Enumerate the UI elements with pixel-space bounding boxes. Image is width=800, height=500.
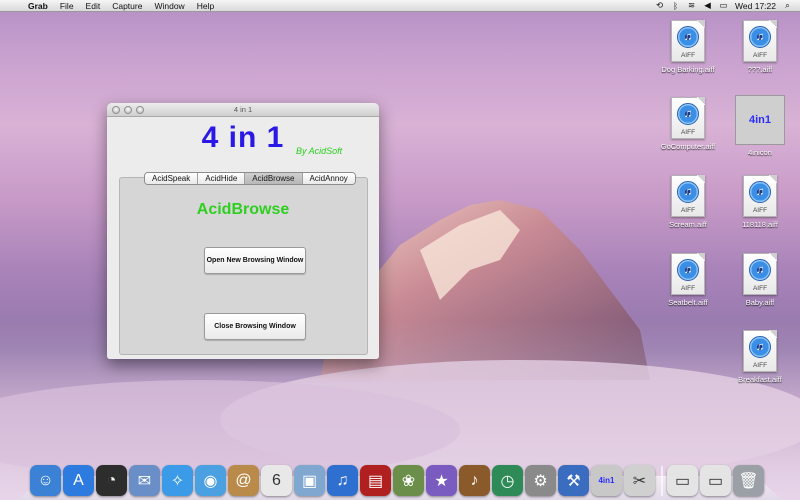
desktop-file-label: GoComputer.aiff bbox=[660, 142, 716, 151]
window-title: 4 in 1 bbox=[233, 105, 253, 114]
tab-acidhide[interactable]: AcidHide bbox=[198, 173, 246, 184]
dock: ☺ A ◔ ✉ ✧ ◉ @6 ▣ ♫ ▤ ❀ ★ ♪ ◷ ⚙ ⚒ 4in1 ✂ ▭ ▭ 🗑 bbox=[30, 456, 780, 496]
desktop-file-4inicon[interactable]: 4in1 4inicon bbox=[728, 95, 792, 157]
dock-preview-icon[interactable]: ▣ bbox=[294, 465, 325, 496]
aiff-file-icon: ♫ AIFF bbox=[671, 20, 705, 62]
dock-system-preferences-icon[interactable]: ⚙ bbox=[525, 465, 556, 496]
desktop-file-gocomputer[interactable]: ♫ AIFF GoComputer.aiff bbox=[656, 97, 720, 151]
aiff-file-icon: ♫ AIFF bbox=[743, 175, 777, 217]
desktop-file-label: Breakfast.aiff bbox=[738, 375, 782, 384]
menu-app-name[interactable]: Grab bbox=[22, 0, 54, 12]
desktop-file-breakfast[interactable]: ♫ AIFF Breakfast.aiff bbox=[728, 330, 792, 384]
menu-bar: Grab File Edit Capture Window Help ⟲ ᛒ ≋… bbox=[0, 0, 800, 12]
tab-bar: AcidSpeak AcidHide AcidBrowse AcidAnnoy bbox=[144, 172, 356, 185]
dock-facetime-icon[interactable]: ◉ bbox=[195, 465, 226, 496]
dock-grab-icon[interactable]: ✂ bbox=[624, 465, 655, 496]
dock-app-store-icon[interactable]: A bbox=[63, 465, 94, 496]
dock-downloads-icon[interactable]: ▭ bbox=[700, 465, 731, 496]
desktop-file-label: ???.aiff bbox=[747, 65, 773, 74]
aiff-file-icon: ♫ AIFF bbox=[671, 97, 705, 139]
menu-window[interactable]: Window bbox=[148, 0, 190, 12]
battery-icon[interactable]: ▭ bbox=[719, 0, 728, 11]
window-titlebar[interactable]: 4 in 1 bbox=[107, 103, 379, 117]
desktop-file-label: Seatbelt.aiff bbox=[668, 298, 708, 307]
desktop-file-seatbelt[interactable]: ♫ AIFF Seatbelt.aiff bbox=[656, 253, 720, 307]
spotlight-icon[interactable]: ⌕ bbox=[783, 0, 792, 11]
bluetooth-icon[interactable]: ᛒ bbox=[671, 1, 680, 11]
dock-address-book-icon[interactable]: @ bbox=[228, 465, 259, 496]
desktop-file-question[interactable]: ♫ AIFF ???.aiff bbox=[728, 20, 792, 74]
section-heading: AcidBrowse bbox=[196, 201, 290, 218]
desktop-file-label: Scream.aiff bbox=[669, 220, 707, 229]
dock-imovie-icon[interactable]: ★ bbox=[426, 465, 457, 496]
wifi-icon[interactable]: ≋ bbox=[687, 0, 696, 11]
aiff-file-icon: ♫ AIFF bbox=[743, 330, 777, 372]
app-window: 4 in 1 4 in 1 By AcidSoft AcidSpeak Acid… bbox=[107, 103, 379, 359]
desktop-file-label: 4inicon bbox=[748, 148, 772, 157]
dock-dashboard-icon[interactable]: ◔ bbox=[96, 465, 127, 496]
dock-time-machine-icon[interactable]: ◷ bbox=[492, 465, 523, 496]
aiff-file-icon: ♫ AIFF bbox=[743, 253, 777, 295]
tab-acidspeak[interactable]: AcidSpeak bbox=[145, 173, 199, 184]
dock-mail-icon[interactable]: ✉ bbox=[129, 465, 160, 496]
dock-xcode-icon[interactable]: ⚒ bbox=[558, 465, 589, 496]
desktop-file-label: Dog Barking.aiff bbox=[661, 65, 715, 74]
dock-separator bbox=[661, 466, 663, 496]
aiff-file-icon: ♫ AIFF bbox=[671, 253, 705, 295]
menu-file[interactable]: File bbox=[54, 0, 80, 12]
time-machine-icon[interactable]: ⟲ bbox=[655, 0, 664, 11]
dock-photo-booth-icon[interactable]: ▤ bbox=[360, 465, 391, 496]
desktop-file-scream[interactable]: ♫ AIFF Scream.aiff bbox=[656, 175, 720, 229]
dock-trash-icon[interactable]: 🗑 bbox=[733, 465, 764, 496]
minimize-window-icon[interactable] bbox=[124, 106, 132, 114]
dock-iphoto-icon[interactable]: ❀ bbox=[393, 465, 424, 496]
close-browsing-window-button[interactable]: Close Browsing Window bbox=[204, 313, 306, 340]
volume-icon[interactable]: ◀ bbox=[703, 0, 712, 11]
desktop-file-label: Baby.aiff bbox=[745, 298, 775, 307]
close-window-icon[interactable] bbox=[112, 106, 120, 114]
dock-ical-icon[interactable]: 6 bbox=[261, 465, 292, 496]
aiff-file-icon: ♫ AIFF bbox=[743, 20, 777, 62]
aiff-file-icon: ♫ AIFF bbox=[671, 175, 705, 217]
dock-safari-icon[interactable]: ✧ bbox=[162, 465, 193, 496]
desktop-file-dog-barking[interactable]: ♫ AIFF Dog Barking.aiff bbox=[656, 20, 720, 74]
open-browsing-window-button[interactable]: Open New Browsing Window bbox=[204, 247, 306, 274]
menu-clock[interactable]: Wed 17:22 bbox=[735, 1, 776, 11]
dock-4in1-icon[interactable]: 4in1 bbox=[591, 465, 622, 496]
dock-itunes-icon[interactable]: ♫ bbox=[327, 465, 358, 496]
menu-capture[interactable]: Capture bbox=[106, 0, 148, 12]
zoom-window-icon[interactable] bbox=[136, 106, 144, 114]
tab-acidannoy[interactable]: AcidAnnoy bbox=[302, 173, 355, 184]
menu-edit[interactable]: Edit bbox=[80, 0, 107, 12]
dock-finder-icon[interactable]: ☺ bbox=[30, 465, 61, 496]
dock-garageband-icon[interactable]: ♪ bbox=[459, 465, 490, 496]
app-byline: By AcidSoft bbox=[296, 146, 343, 156]
menu-help[interactable]: Help bbox=[191, 0, 220, 12]
desktop-file-baby[interactable]: ♫ AIFF Baby.aiff bbox=[728, 253, 792, 307]
dock-documents-icon[interactable]: ▭ bbox=[667, 465, 698, 496]
image-thumbnail-icon: 4in1 bbox=[735, 95, 785, 145]
desktop-file-label: 118118.aiff bbox=[742, 220, 778, 229]
tab-acidbrowse[interactable]: AcidBrowse bbox=[245, 173, 303, 184]
desktop-file-118118[interactable]: ♫ AIFF 118118.aiff bbox=[728, 175, 792, 229]
